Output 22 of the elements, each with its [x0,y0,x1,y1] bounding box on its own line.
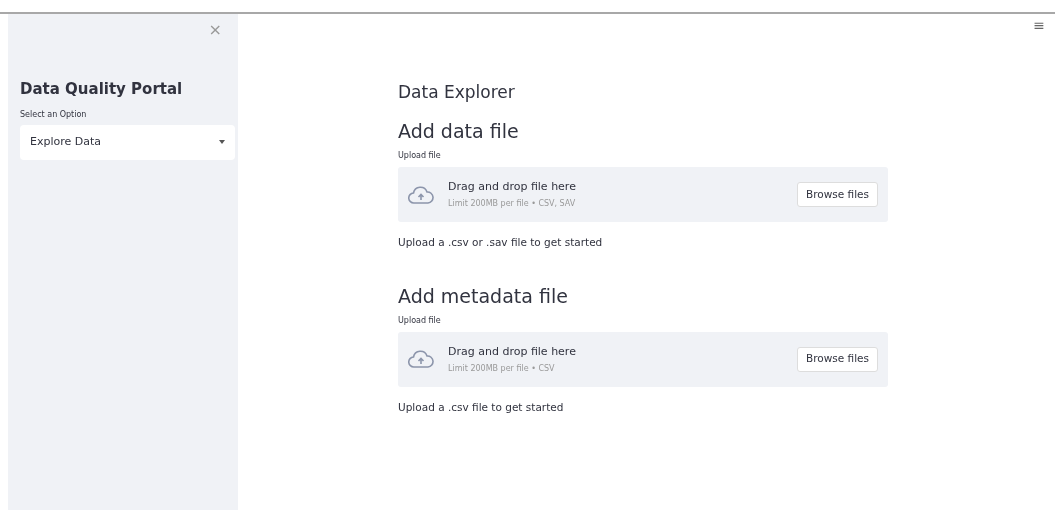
info-text: Upload a .csv file to get started [398,399,565,415]
upload-label: Upload file [398,314,442,327]
browse-files-button[interactable]: Browse files [796,182,878,207]
page-title: Data Explorer [398,81,516,104]
sidebar-title: Data Quality Portal [20,79,184,100]
upload-label: Upload file [398,150,442,162]
file-dropzone[interactable]: Drag and drop file here Limit 200MB per file • CSV Browse files [398,331,888,387]
section-heading: Add metadata file [398,283,569,309]
browse-files-button[interactable]: Browse files [796,346,878,372]
dropzone-text: Drag and drop file here [448,179,576,196]
menu-button[interactable]: ≡ [1033,18,1045,32]
section-heading: Add data file [398,119,520,144]
info-text: Upload a .csv or .sav file to get started [398,235,604,250]
cloud-upload-icon [408,350,434,369]
file-limit-text: Limit 200MB per file • CSV [448,362,556,375]
file-dropzone[interactable]: Drag and drop file here Limit 200MB per file • CSV, SAV Browse files [398,167,888,222]
select-label: Select an Option [20,108,88,121]
caret-icon [219,140,225,144]
cloud-upload-icon [408,185,434,204]
option-dropdown[interactable]: Explore Data [20,124,235,160]
dropzone-text: Drag and drop file here [448,344,576,360]
file-limit-text: Limit 200MB per file • CSV, SAV [448,197,576,210]
